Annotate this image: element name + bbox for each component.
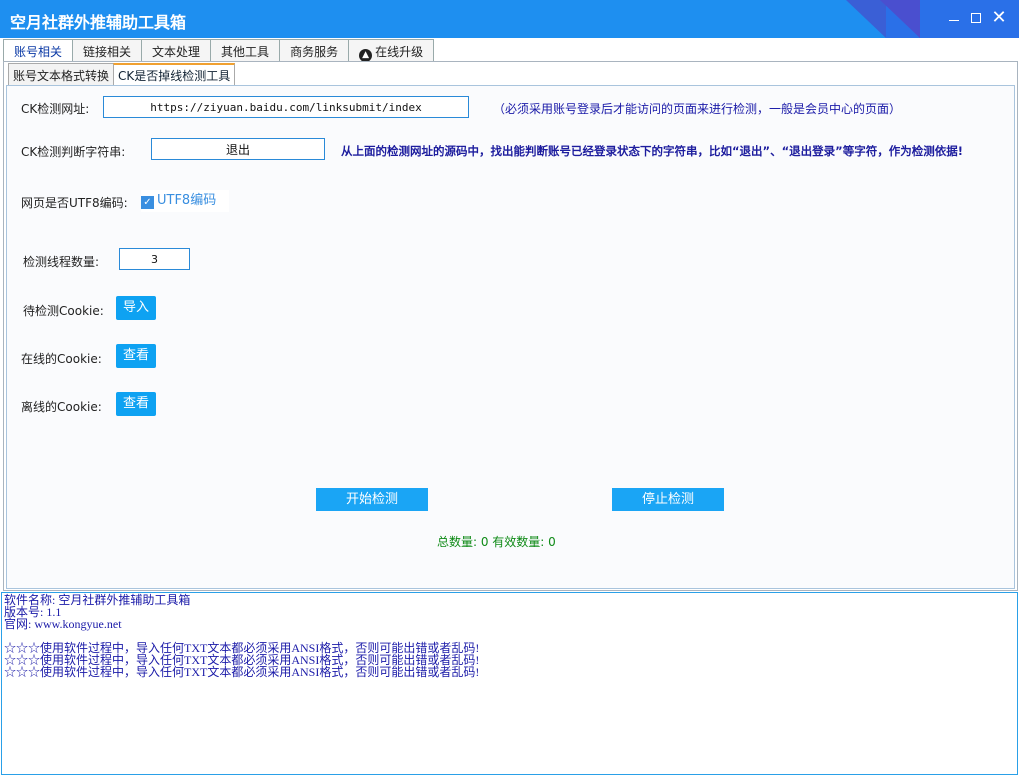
ck-check-panel: CK检测网址: （必须采用账号登录后才能访问的页面来进行检测，一般是会员中心的页… xyxy=(6,85,1015,589)
view-offline-button[interactable]: 查看 xyxy=(116,392,156,416)
title-decoration xyxy=(880,0,920,38)
view-online-button[interactable]: 查看 xyxy=(116,344,156,368)
url-hint: （必须采用账号登录后才能访问的页面来进行检测，一般是会员中心的页面） xyxy=(493,102,902,116)
tab-label: 账号文本格式转换 xyxy=(13,69,110,83)
checkmark-icon: ✓ xyxy=(141,196,154,209)
tab-label: 在线升级 xyxy=(375,45,424,59)
tab-business[interactable]: 商务服务 xyxy=(279,39,350,61)
tab-other-tools[interactable]: 其他工具 xyxy=(210,39,281,61)
maximize-button[interactable] xyxy=(968,10,984,26)
minimize-icon xyxy=(949,20,959,21)
url-label: CK检测网址: xyxy=(21,102,90,116)
tab-links[interactable]: 链接相关 xyxy=(72,39,143,61)
close-icon: ✕ xyxy=(991,7,1007,28)
sub-tab-bar: 账号文本格式转换 CK是否掉线检测工具 xyxy=(8,63,236,85)
title-bar: 空月社群外推辅助工具箱 ✕ xyxy=(0,0,1019,38)
keyword-label: CK检测判断字符串: xyxy=(21,145,126,159)
log-line: 官网: www.kongyue.net xyxy=(4,617,122,631)
window-title: 空月社群外推辅助工具箱 xyxy=(10,13,187,32)
threads-label: 检测线程数量: xyxy=(23,255,100,269)
start-check-button[interactable]: 开始检测 xyxy=(316,488,428,511)
pending-cookie-label: 待检测Cookie: xyxy=(23,304,104,318)
tab-label: 账号相关 xyxy=(14,45,63,59)
keyword-input[interactable] xyxy=(151,138,325,160)
tab-account[interactable]: 账号相关 xyxy=(3,39,74,61)
log-line: 版本号: 1.1 xyxy=(4,605,62,619)
tab-label: 其他工具 xyxy=(221,45,270,59)
tab-label: 链接相关 xyxy=(83,45,132,59)
tab-label: 商务服务 xyxy=(290,45,339,59)
url-input[interactable] xyxy=(103,96,469,118)
close-button[interactable]: ✕ xyxy=(991,7,1007,28)
threads-input[interactable] xyxy=(119,248,190,270)
log-line: ☆☆☆使用软件过程中，导入任何TXT文本都必须采用ANSI格式，否则可能出错或者… xyxy=(4,665,480,679)
keyword-hint: 从上面的检测网址的源码中，找出能判断账号已经登录状态下的字符串，比如“退出”、“… xyxy=(341,144,963,158)
main-tab-bar: 账号相关 链接相关 文本处理 其他工具 商务服务 ▲ 在线升级 xyxy=(3,39,435,62)
stop-check-button[interactable]: 停止检测 xyxy=(612,488,724,511)
offline-cookie-label: 离线的Cookie: xyxy=(21,400,102,414)
online-cookie-label: 在线的Cookie: xyxy=(21,352,102,366)
log-output[interactable]: 软件名称: 空月社群外推辅助工具箱 版本号: 1.1 官网: www.kongy… xyxy=(1,592,1018,775)
tab-label: CK是否掉线检测工具 xyxy=(118,69,231,83)
tab-text[interactable]: 文本处理 xyxy=(141,39,212,61)
maximize-icon xyxy=(971,13,981,23)
tab-ck-offline-check[interactable]: CK是否掉线检测工具 xyxy=(113,63,236,85)
import-button[interactable]: 导入 xyxy=(116,296,156,320)
tab-online-upgrade[interactable]: ▲ 在线升级 xyxy=(348,39,435,62)
minimize-button[interactable] xyxy=(946,10,962,26)
tab-account-format-convert[interactable]: 账号文本格式转换 xyxy=(8,63,115,85)
log-line: 软件名称: 空月社群外推辅助工具箱 xyxy=(4,593,191,607)
tab-label: 文本处理 xyxy=(152,45,201,59)
main-tab-content: 账号文本格式转换 CK是否掉线检测工具 CK检测网址: （必须采用账号登录后才能… xyxy=(3,61,1018,591)
count-status: 总数量: 0 有效数量: 0 xyxy=(437,535,556,549)
checkbox-label: UTF8编码 xyxy=(157,193,217,208)
utf8-label: 网页是否UTF8编码: xyxy=(21,196,128,210)
utf8-checkbox[interactable]: ✓ UTF8编码 xyxy=(141,190,229,212)
